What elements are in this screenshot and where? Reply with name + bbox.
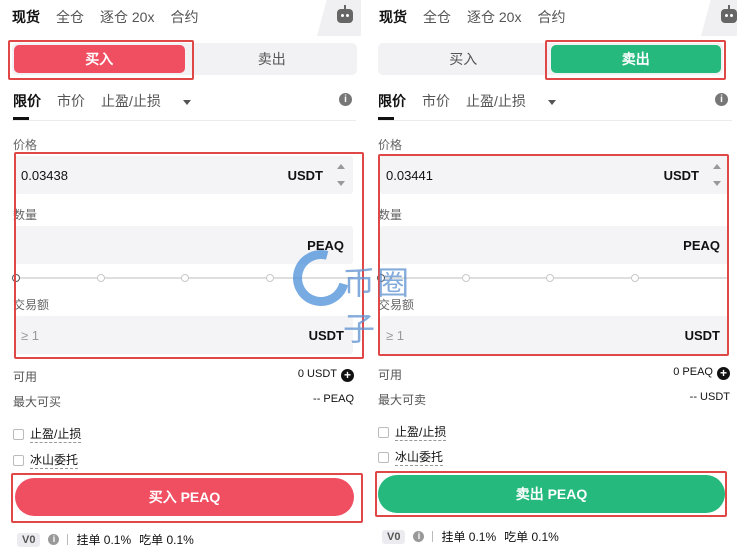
fee-row: V0 i 挂单 0.1% 吃单 0.1% (382, 528, 567, 545)
iceberg-label: 冰山委托 (395, 450, 444, 466)
max-label: 最大可买 (13, 395, 62, 409)
taker-fee: 吃单 0.1% (504, 530, 559, 544)
highlight-box (545, 40, 726, 80)
add-funds-icon[interactable]: + (341, 369, 354, 382)
tab-tpsl-label: 止盈/止损 (466, 93, 526, 109)
iceberg-label: 冰山委托 (30, 453, 79, 469)
order-type-tabs: 限价 市价 止盈/止损 i (378, 90, 731, 120)
fee-row: V0 i 挂单 0.1% 吃单 0.1% (17, 531, 202, 548)
trade-mode-tabs: 现货 全仓 逐仓 20x 合约 (12, 6, 361, 28)
watermark: 币圈子 (282, 239, 443, 348)
divider (378, 120, 732, 121)
tab-limit[interactable]: 限价 (13, 91, 41, 120)
tab-futures[interactable]: 合约 (170, 7, 198, 27)
watermark-text: 币圈子 (343, 264, 412, 348)
tab-cross-margin[interactable]: 全仓 (56, 7, 84, 27)
tab-isolated-margin[interactable]: 逐仓 20x (100, 7, 154, 27)
divider (12, 120, 356, 121)
info-icon[interactable]: i (413, 531, 425, 542)
chevron-down-icon (182, 99, 191, 105)
tab-limit[interactable]: 限价 (378, 91, 406, 120)
robot-icon (721, 5, 737, 23)
tab-market[interactable]: 市价 (422, 91, 450, 111)
tab-tpsl[interactable]: 止盈/止损 (101, 91, 191, 111)
separator (67, 534, 69, 545)
separator (432, 531, 434, 542)
tpsl-label: 止盈/止损 (30, 427, 82, 443)
chevron-down-icon (547, 99, 556, 105)
highlight-box (375, 471, 727, 517)
tab-cross-margin[interactable]: 全仓 (423, 7, 451, 27)
tpsl-label: 止盈/止损 (395, 425, 447, 441)
available-label: 可用 (378, 368, 403, 382)
maker-fee: 挂单 0.1% (76, 533, 132, 547)
available-label: 可用 (13, 370, 38, 384)
add-funds-icon[interactable]: + (717, 367, 730, 380)
available-value: 0 USDT (297, 368, 337, 380)
max-value: -- USDT (689, 391, 730, 403)
taker-fee: 吃单 0.1% (139, 533, 194, 547)
trade-mode-tabs: 现货 全仓 逐仓 20x 合约 (379, 6, 737, 28)
robot-icon (337, 5, 353, 23)
vip-badge[interactable]: V0 (382, 529, 406, 544)
tpsl-checkbox[interactable]: 止盈/止损 (13, 425, 82, 443)
max-label: 最大可卖 (378, 393, 427, 407)
tab-market[interactable]: 市价 (57, 91, 85, 111)
available-row: 可用 0 PEAQ + (378, 366, 730, 382)
available-value: 0 PEAQ (673, 366, 713, 378)
iceberg-checkbox[interactable]: 冰山委托 (13, 451, 79, 469)
buy-tab[interactable]: 买入 (378, 43, 549, 75)
order-type-tabs: 限价 市价 止盈/止损 i (13, 90, 355, 120)
max-row: 最大可买 -- PEAQ (13, 393, 354, 409)
available-row: 可用 0 USDT + (13, 368, 354, 384)
checkbox-icon[interactable] (378, 451, 389, 463)
sell-tab[interactable]: 卖出 (187, 43, 358, 75)
tab-tpsl[interactable]: 止盈/止损 (466, 91, 556, 111)
maker-fee: 挂单 0.1% (441, 530, 497, 544)
info-icon[interactable]: i (339, 93, 352, 106)
tab-tpsl-label: 止盈/止损 (101, 93, 161, 109)
checkbox-icon[interactable] (13, 428, 24, 440)
info-icon[interactable]: i (715, 93, 728, 106)
tab-spot[interactable]: 现货 (379, 7, 407, 27)
tpsl-checkbox[interactable]: 止盈/止损 (378, 423, 447, 441)
checkbox-icon[interactable] (13, 454, 24, 466)
price-label: 价格 (13, 138, 38, 152)
tab-spot[interactable]: 现货 (12, 7, 40, 27)
tab-isolated-margin[interactable]: 逐仓 20x (467, 7, 521, 27)
checkbox-icon[interactable] (378, 426, 389, 438)
info-icon[interactable]: i (48, 534, 60, 545)
max-row: 最大可卖 -- USDT (378, 391, 730, 407)
price-label: 价格 (378, 138, 403, 152)
highlight-box (8, 40, 194, 80)
tab-futures[interactable]: 合约 (537, 7, 565, 27)
iceberg-checkbox[interactable]: 冰山委托 (378, 448, 444, 466)
max-value: -- PEAQ (313, 393, 354, 405)
vip-badge[interactable]: V0 (17, 532, 41, 547)
highlight-box (11, 473, 363, 523)
